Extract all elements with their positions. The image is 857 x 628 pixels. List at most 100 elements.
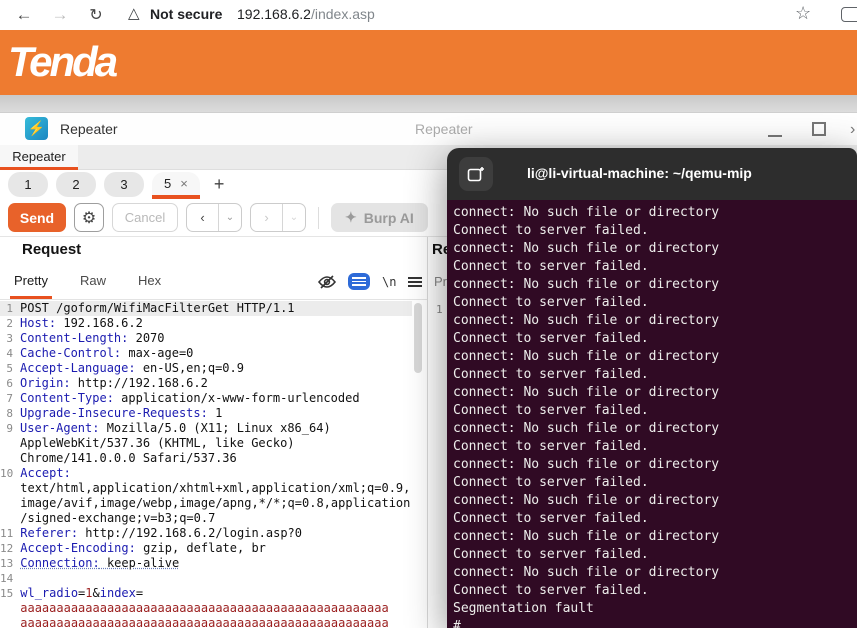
terminal-new-tab-button[interactable] <box>459 157 493 191</box>
line-number: 13 <box>0 556 20 571</box>
history-back-icon[interactable]: ‹ <box>187 204 219 231</box>
tenda-nav-strip <box>0 95 857 112</box>
send-button[interactable]: Send <box>8 203 66 232</box>
request-line[interactable]: 3Content-Length: 2070 <box>0 331 412 346</box>
repeater-tab-2[interactable]: 2 <box>56 172 96 197</box>
line-content <box>20 571 412 586</box>
line-number: 8 <box>0 406 20 421</box>
tab-label: 5 <box>164 176 171 191</box>
tab-close-icon[interactable]: × <box>180 176 188 191</box>
request-line[interactable]: 12Accept-Encoding: gzip, deflate, br <box>0 541 412 556</box>
line-number: 12 <box>0 541 20 556</box>
hide-eye-icon[interactable] <box>318 275 336 289</box>
terminal-line: Connect to server failed. <box>453 258 851 276</box>
browser-forward-icon[interactable]: → <box>48 3 72 27</box>
burp-window-title-center: Repeater <box>415 121 473 137</box>
request-view-tabs: Pretty Raw Hex <box>10 273 165 299</box>
repeater-tab-5[interactable]: 5× <box>152 172 200 199</box>
chevron-down-icon[interactable]: ⌄ <box>283 204 305 231</box>
tab-label: 3 <box>120 177 127 192</box>
screen: ← → ↻ △ Not secure 192.168.6.2/index.asp… <box>0 0 857 628</box>
request-settings-button[interactable]: ⚙ <box>74 203 104 232</box>
request-line[interactable]: 11Referer: http://192.168.6.2/login.asp?… <box>0 526 412 541</box>
add-tab-button[interactable]: + <box>214 174 225 195</box>
terminal-line: connect: No such file or directory <box>453 312 851 330</box>
burp-window-title: Repeater <box>60 121 118 137</box>
cancel-button[interactable]: Cancel <box>112 203 178 232</box>
browser-toolbar: ← → ↻ △ Not secure 192.168.6.2/index.asp… <box>0 0 857 30</box>
request-scrollbar-thumb[interactable] <box>414 303 422 373</box>
burp-titlebar[interactable]: ⚡ Repeater Repeater › <box>0 113 857 145</box>
history-back-split-button[interactable]: ‹ ⌄ <box>186 203 242 232</box>
request-line[interactable]: 5Accept-Language: en-US,en;q=0.9 <box>0 361 412 376</box>
request-line[interactable]: 8Upgrade-Insecure-Requests: 1 <box>0 406 412 421</box>
line-number: 1 <box>0 301 20 316</box>
line-number: 3 <box>0 331 20 346</box>
word-wrap-toggle-icon[interactable] <box>348 273 370 290</box>
request-line[interactable]: 2Host: 192.168.6.2 <box>0 316 412 331</box>
browser-reload-icon[interactable]: ↻ <box>84 3 108 27</box>
tab-repeater[interactable]: Repeater <box>0 145 78 170</box>
minimize-button[interactable] <box>768 121 782 137</box>
terminal-line: connect: No such file or directory <box>453 420 851 438</box>
line-content: Connection: keep-alive <box>20 556 412 571</box>
terminal-line: # <box>453 618 851 628</box>
request-tab-pretty[interactable]: Pretty <box>10 273 52 299</box>
line-number: 15 <box>0 586 20 628</box>
maximize-button[interactable] <box>812 122 826 136</box>
terminal-line: Connect to server failed. <box>453 510 851 528</box>
request-panel-title: Request <box>22 241 81 258</box>
burp-ai-button[interactable]: ✦Burp AI <box>331 203 428 232</box>
editor-menu-icon[interactable] <box>408 277 422 287</box>
request-line[interactable]: 7Content-Type: application/x-www-form-ur… <box>0 391 412 406</box>
request-tab-hex[interactable]: Hex <box>134 273 165 299</box>
terminal-line: connect: No such file or directory <box>453 204 851 222</box>
side-panel-icon[interactable] <box>841 7 857 22</box>
line-number: 9 <box>0 421 20 466</box>
bookmark-star-icon[interactable]: ☆ <box>795 3 811 24</box>
url-host: 192.168.6.2 <box>237 6 311 22</box>
show-newlines-icon[interactable]: \n <box>382 275 396 289</box>
url-path: /index.asp <box>311 6 375 22</box>
request-line[interactable]: 1POST /goform/WifiMacFilterGet HTTP/1.1 <box>0 301 412 316</box>
line-content: Host: 192.168.6.2 <box>20 316 412 331</box>
request-line[interactable]: 6Origin: http://192.168.6.2 <box>0 376 412 391</box>
close-button[interactable]: › <box>850 121 855 139</box>
terminal-line: Connect to server failed. <box>453 582 851 600</box>
request-line[interactable]: 4Cache-Control: max-age=0 <box>0 346 412 361</box>
request-tab-raw[interactable]: Raw <box>76 273 110 299</box>
repeater-tab-1[interactable]: 1 <box>8 172 48 197</box>
terminal-line: connect: No such file or directory <box>453 456 851 474</box>
tenda-logo: Tenda <box>8 38 115 86</box>
response-pretty-tab[interactable]: Pr <box>434 274 447 289</box>
line-number: 6 <box>0 376 20 391</box>
repeater-tab-3[interactable]: 3 <box>104 172 144 197</box>
request-line[interactable]: 10Accept: text/html,application/xhtml+xm… <box>0 466 412 526</box>
history-forward-icon[interactable]: › <box>251 204 283 231</box>
line-number: 14 <box>0 571 20 586</box>
request-line[interactable]: 9User-Agent: Mozilla/5.0 (X11; Linux x86… <box>0 421 412 466</box>
request-editor[interactable]: 1POST /goform/WifiMacFilterGet HTTP/1.12… <box>0 301 412 628</box>
pane-divider[interactable] <box>427 237 428 628</box>
line-content: Accept-Encoding: gzip, deflate, br <box>20 541 412 556</box>
browser-back-icon[interactable]: ← <box>12 3 36 27</box>
burp-ai-label: Burp AI <box>364 210 414 226</box>
terminal-line: connect: No such file or directory <box>453 528 851 546</box>
line-number: 11 <box>0 526 20 541</box>
terminal-titlebar[interactable]: li@li-virtual-machine: ~/qemu-mip <box>447 148 857 200</box>
terminal-output[interactable]: connect: No such file or directoryConnec… <box>447 200 857 628</box>
tab-label: 1 <box>24 177 31 192</box>
history-forward-split-button[interactable]: › ⌄ <box>250 203 306 232</box>
line-content: Upgrade-Insecure-Requests: 1 <box>20 406 412 421</box>
terminal-line: connect: No such file or directory <box>453 384 851 402</box>
not-secure-label[interactable]: Not secure <box>150 6 222 22</box>
request-line[interactable]: 13Connection: keep-alive <box>0 556 412 571</box>
terminal-line: Connect to server failed. <box>453 438 851 456</box>
request-line[interactable]: 14 <box>0 571 412 586</box>
terminal-line: connect: No such file or directory <box>453 276 851 294</box>
line-content: User-Agent: Mozilla/5.0 (X11; Linux x86_… <box>20 421 412 466</box>
address-bar-url[interactable]: 192.168.6.2/index.asp <box>237 6 375 22</box>
request-line[interactable]: 15wl_radio=1&index= aaaaaaaaaaaaaaaaaaaa… <box>0 586 412 628</box>
line-content: POST /goform/WifiMacFilterGet HTTP/1.1 <box>20 301 412 316</box>
chevron-down-icon[interactable]: ⌄ <box>219 204 241 231</box>
